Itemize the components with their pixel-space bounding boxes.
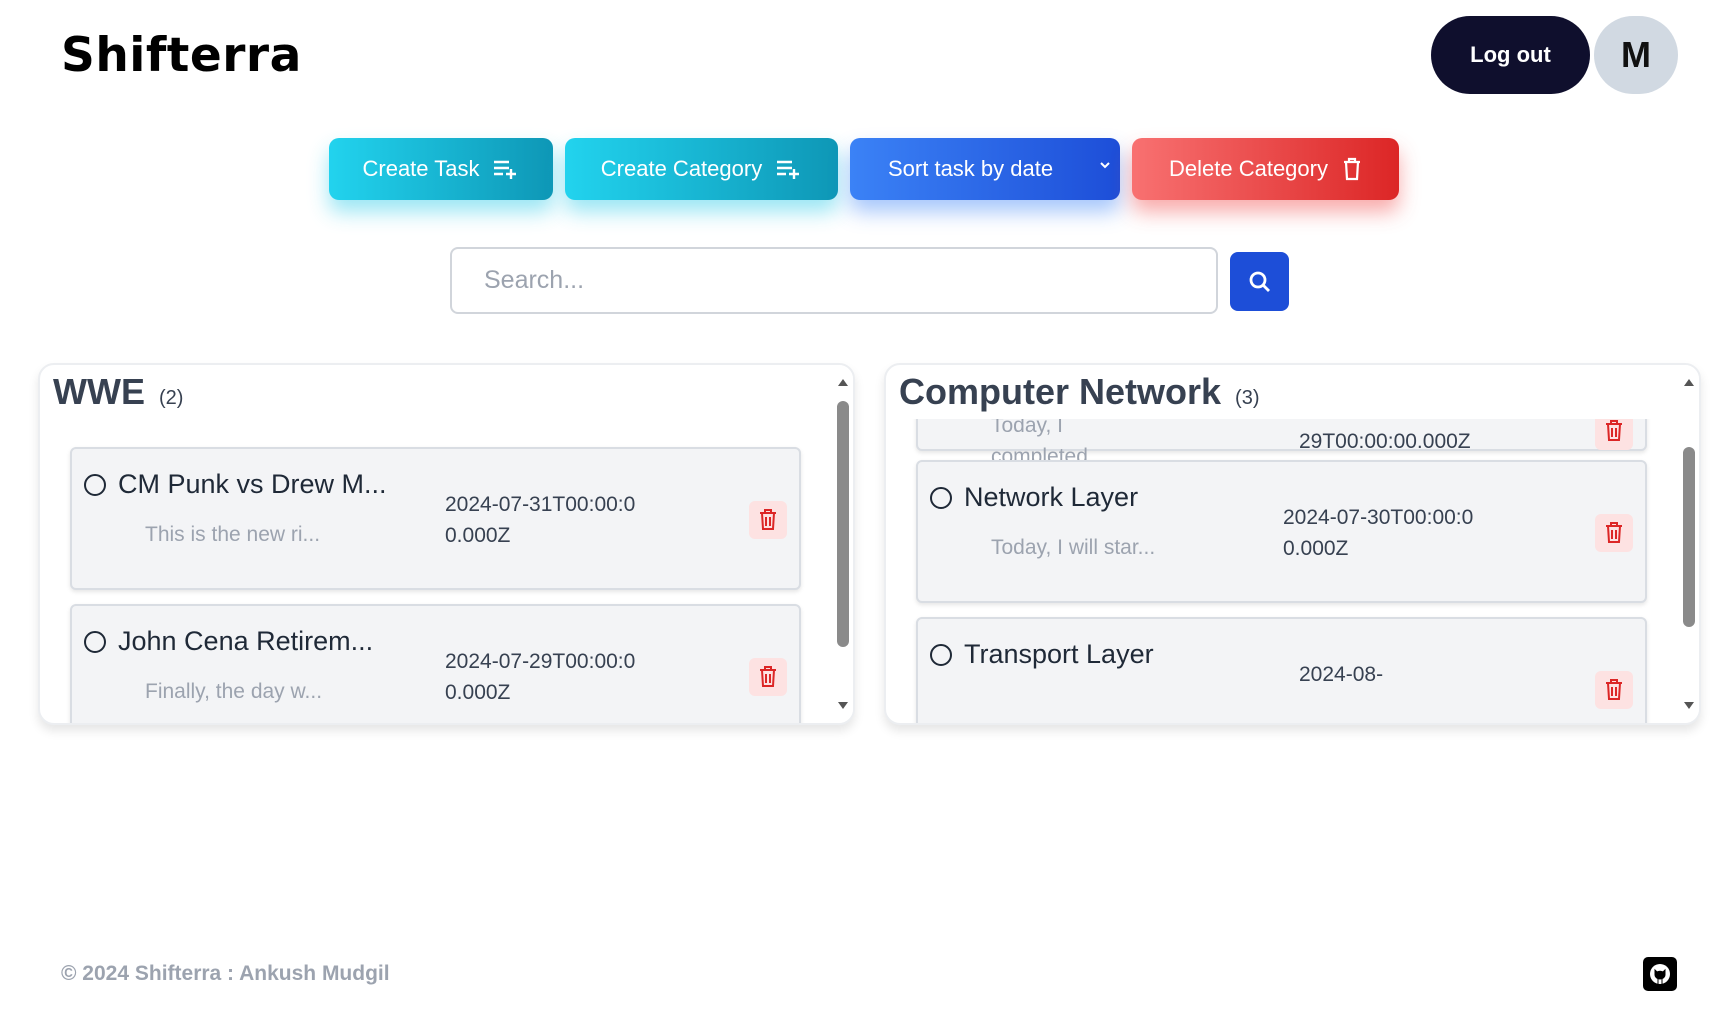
task-card[interactable]: Network Layer Today, I will star... 2024… <box>916 460 1647 603</box>
task-card[interactable]: Today, I completed... 29T00:00:00.000Z <box>916 415 1647 468</box>
task-title: Network Layer <box>964 482 1139 512</box>
category-title: Computer Network (3) <box>899 371 1679 419</box>
action-toolbar: Create Task Create Category Sort task by… <box>0 138 1712 200</box>
task-title: Transport Layer <box>964 639 1154 669</box>
sort-select[interactable]: Sort task by date <box>850 138 1120 200</box>
scroll-up-icon[interactable] <box>1684 379 1694 386</box>
category-panel-computer-network: Computer Network (3) Today, I completed.… <box>884 363 1701 725</box>
github-link[interactable] <box>1643 957 1677 991</box>
scrollbar[interactable] <box>1679 365 1699 723</box>
create-category-button[interactable]: Create Category <box>565 138 838 200</box>
trash-icon <box>1606 522 1622 543</box>
task-description: This is the new ri... <box>145 523 321 546</box>
create-task-button[interactable]: Create Task <box>329 138 553 200</box>
task-card[interactable]: Transport Layer 2024-08- <box>916 617 1647 723</box>
delete-task-button[interactable] <box>1595 671 1633 709</box>
task-title: CM Punk vs Drew M... <box>118 469 387 499</box>
category-name: WWE <box>53 371 145 412</box>
scroll-down-icon[interactable] <box>838 702 848 709</box>
create-task-label: Create Task <box>362 156 480 181</box>
task-date: 2024-07-31T00:00:00.000Z <box>445 493 636 547</box>
task-description: Today, I will star... <box>991 536 1156 559</box>
scroll-thumb[interactable] <box>1683 447 1695 627</box>
delete-task-button[interactable] <box>749 501 787 539</box>
delete-task-button[interactable] <box>749 658 787 696</box>
search-icon <box>1249 271 1270 292</box>
chevron-down-icon <box>1100 162 1110 169</box>
task-date: 2024-08- <box>1299 663 1384 686</box>
task-card[interactable]: John Cena Retirem... Finally, the day w.… <box>70 604 801 723</box>
trash-icon <box>760 509 776 530</box>
playlist-add-icon <box>777 160 800 179</box>
scroll-down-icon[interactable] <box>1684 702 1694 709</box>
delete-task-button[interactable] <box>1595 514 1633 552</box>
scrollbar[interactable] <box>833 365 853 723</box>
task-status-circle-icon[interactable] <box>84 631 106 653</box>
task-date: 29T00:00:00.000Z <box>1299 430 1471 453</box>
task-date: 2024-07-30T00:00:00.000Z <box>1283 506 1474 560</box>
category-title: WWE (2) <box>53 371 184 413</box>
scroll-up-icon[interactable] <box>838 379 848 386</box>
sort-select-label: Sort task by date <box>888 156 1054 181</box>
category-panel-wwe: WWE (2) CM Punk vs Drew M... This is the… <box>38 363 855 725</box>
category-name: Computer Network <box>899 371 1222 412</box>
trash-icon <box>1606 420 1622 441</box>
category-count: (2) <box>158 387 184 409</box>
app-logo: Shifterra <box>61 28 302 83</box>
task-card[interactable]: CM Punk vs Drew M... This is the new ri.… <box>70 447 801 590</box>
task-list: CM Punk vs Drew M... This is the new ri.… <box>40 415 833 723</box>
task-description: Finally, the day w... <box>145 680 323 703</box>
playlist-add-icon <box>494 160 517 179</box>
search-input[interactable] <box>450 247 1218 314</box>
delete-category-label: Delete Category <box>1169 156 1328 181</box>
trash-icon <box>1343 157 1360 181</box>
delete-category-button[interactable]: Delete Category <box>1132 138 1399 200</box>
footer-copyright: © 2024 Shifterra : Ankush Mudgil <box>61 962 390 985</box>
search-button[interactable] <box>1230 252 1289 311</box>
github-icon <box>1650 964 1670 984</box>
create-category-label: Create Category <box>600 156 763 181</box>
trash-icon <box>760 666 776 687</box>
logout-button[interactable]: Log out <box>1431 16 1590 94</box>
task-list: Today, I completed... 29T00:00:00.000Z N… <box>886 415 1679 723</box>
avatar[interactable]: M <box>1594 16 1678 94</box>
task-status-circle-icon[interactable] <box>930 487 952 509</box>
delete-task-button[interactable] <box>1595 415 1633 450</box>
task-title: John Cena Retirem... <box>118 626 374 656</box>
task-status-circle-icon[interactable] <box>84 474 106 496</box>
trash-icon <box>1606 679 1622 700</box>
task-status-circle-icon[interactable] <box>930 644 952 666</box>
task-date: 2024-07-29T00:00:00.000Z <box>445 650 636 704</box>
category-count: (3) <box>1235 387 1260 409</box>
scroll-thumb[interactable] <box>837 401 849 647</box>
